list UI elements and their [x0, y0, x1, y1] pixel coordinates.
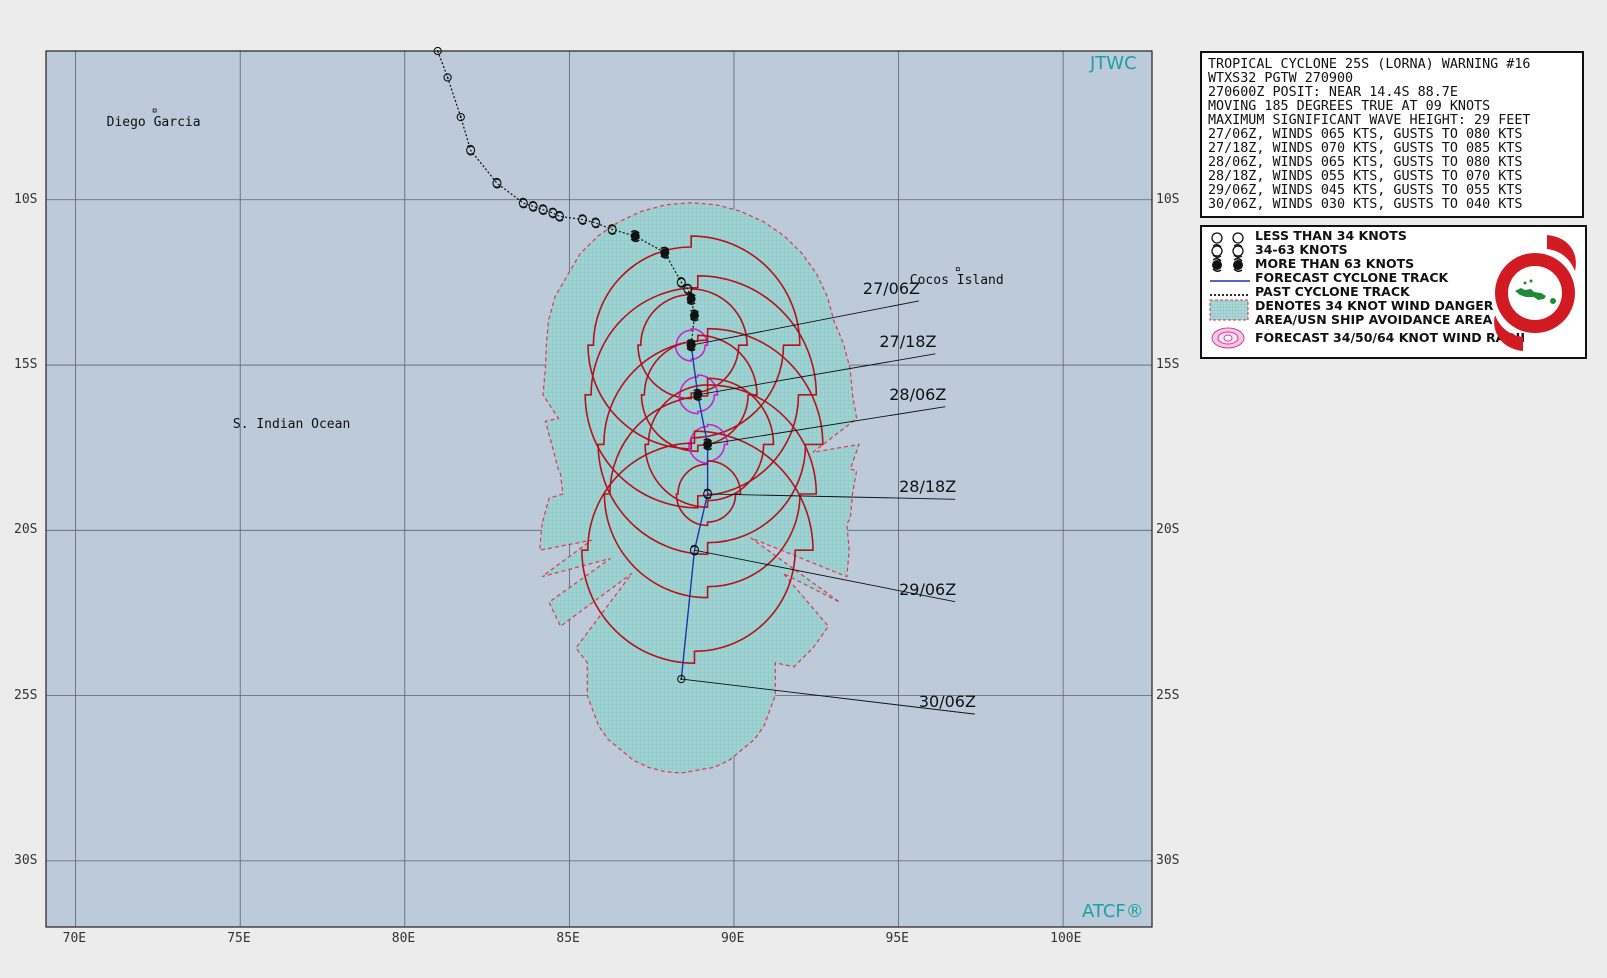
lon-tick-label: 70E: [62, 931, 87, 946]
forecast-time-label: 29/06Z: [899, 579, 957, 599]
lat-tick-label-left: 20S: [14, 522, 38, 538]
lon-tick-label: 90E: [720, 931, 745, 946]
atcf-label: ATCF®: [1082, 901, 1144, 922]
lon-tick-label: 95E: [885, 931, 910, 946]
warning-line: 27/06Z, WINDS 065 KTS, GUSTS TO 080 KTS: [1208, 127, 1523, 142]
jtwc-label: JTWC: [1090, 53, 1137, 74]
legend-34-63: 34-63 KNOTS: [1255, 242, 1348, 257]
legend-lt34: LESS THAN 34 KNOTS: [1255, 228, 1407, 243]
lon-tick-label: 75E: [227, 931, 251, 946]
legend-gt63: MORE THAN 63 KNOTS: [1255, 256, 1415, 271]
legend-panel: LESS THAN 34 KNOTS 34-63 KNOTS MORE THAN…: [1200, 225, 1587, 359]
warning-line: WTXS32 PGTW 270900: [1208, 71, 1354, 86]
warning-line: 30/06Z, WINDS 030 KTS, GUSTS TO 040 KTS: [1208, 197, 1523, 212]
past-position-marker: [689, 309, 699, 322]
past-position-marker: [686, 292, 696, 305]
legend-wind-radii: FORECAST 34/50/64 KNOT WIND RADII: [1255, 330, 1525, 345]
warning-line: 28/18Z, WINDS 055 KTS, GUSTS TO 070 KTS: [1208, 169, 1523, 184]
lat-tick-label-left: 15S: [14, 357, 38, 373]
lat-tick-label-left: 30S: [14, 852, 38, 868]
lat-tick-label-right: 30S: [1156, 852, 1180, 868]
warning-line: MOVING 185 DEGREES TRUE AT 09 KNOTS: [1208, 99, 1491, 114]
place-label: Cocos Island: [909, 273, 1004, 289]
place-label: S. Indian Ocean: [232, 416, 351, 432]
lat-tick-label-right: 10S: [1156, 191, 1180, 207]
warning-line: MAXIMUM SIGNIFICANT WAVE HEIGHT: 29 FEET: [1208, 113, 1531, 128]
lat-tick-label-left: 10S: [14, 191, 38, 207]
lon-tick-label: 85E: [556, 931, 580, 946]
legend-past-track: PAST CYCLONE TRACK: [1255, 284, 1410, 299]
warning-panel: TROPICAL CYCLONE 25S (LORNA) WARNING #16…: [1200, 51, 1584, 218]
lat-tick-label-left: 25S: [14, 687, 38, 703]
lat-tick-label-right: 15S: [1156, 357, 1180, 373]
legend-danger-1: DENOTES 34 KNOT WIND DANGER: [1255, 298, 1494, 313]
lat-tick-label-right: 25S: [1156, 687, 1180, 703]
past-position-marker: [660, 246, 670, 259]
forecast-time-label: 30/06Z: [918, 692, 976, 712]
lon-tick-label: 80E: [391, 931, 416, 946]
warning-title: TROPICAL CYCLONE 25S (LORNA) WARNING #16: [1208, 57, 1531, 72]
place-label: Diego Garcia: [106, 114, 201, 130]
legend-danger-2: AREA/USN SHIP AVOIDANCE AREA: [1255, 312, 1493, 327]
warning-line: 27/18Z, WINDS 070 KTS, GUSTS TO 085 KTS: [1208, 141, 1523, 156]
warning-line: 29/06Z, WINDS 045 KTS, GUSTS TO 055 KTS: [1208, 183, 1523, 198]
jtwc-seal-logo: [1487, 231, 1583, 359]
forecast-time-label: 28/18Z: [899, 477, 957, 497]
forecast-time-label: 28/06Z: [889, 384, 947, 404]
lon-tick-label: 100E: [1050, 931, 1082, 946]
forecast-time-label: 27/18Z: [879, 331, 937, 351]
danger-area-swatch-icon: [1208, 298, 1252, 326]
legend-forecast-track: FORECAST CYCLONE TRACK: [1255, 270, 1449, 285]
wind-radii-swatch-icon: [1208, 326, 1252, 354]
warning-line: 270600Z POSIT: NEAR 14.4S 88.7E: [1208, 85, 1458, 100]
past-position-marker: [630, 230, 640, 243]
warning-line: 28/06Z, WINDS 065 KTS, GUSTS TO 080 KTS: [1208, 155, 1523, 170]
lat-tick-label-right: 20S: [1156, 522, 1180, 538]
